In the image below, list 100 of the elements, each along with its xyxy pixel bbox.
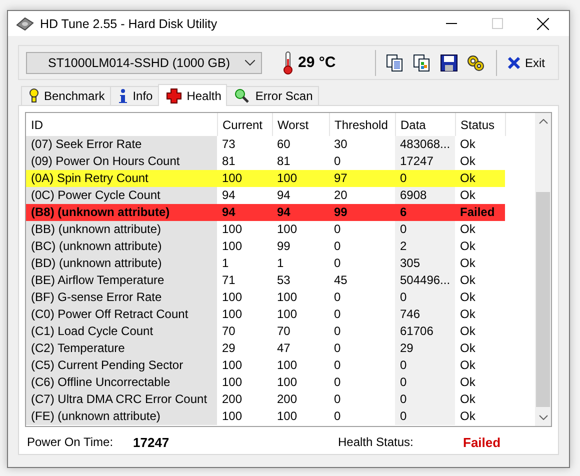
chevron-down-icon	[245, 60, 255, 66]
table-row[interactable]: (C2) Temperature 29 47 0 29 Ok	[26, 340, 535, 357]
table-cell: 0	[329, 340, 395, 357]
power-on-time-value: 17247	[133, 434, 170, 450]
table-row[interactable]: (BD) (unknown attribute) 1 1 0 305 Ok	[26, 255, 535, 272]
column-header[interactable]: Worst	[272, 113, 329, 136]
table-cell: 60	[272, 136, 329, 153]
drive-dropdown[interactable]: ST1000LM014-SSHD (1000 GB)	[26, 52, 262, 74]
table-row[interactable]: (C1) Load Cycle Count 70 70 0 61706 Ok	[26, 323, 535, 340]
column-header[interactable]: Threshold	[329, 113, 395, 136]
table-cell-text: 200	[276, 391, 298, 408]
table-cell-text: 99	[276, 238, 292, 255]
table-cell: Ok	[455, 221, 505, 238]
table-cell-text: 47	[276, 340, 292, 357]
table-cell: 0	[395, 374, 455, 391]
temperature-reading: 29 °C	[298, 54, 336, 71]
table-cell: (BD) (unknown attribute)	[26, 255, 217, 272]
table-cell: Ok	[455, 374, 505, 391]
table-cell: 0	[329, 289, 395, 306]
table-row[interactable]: (09) Power On Hours Count 81 81 0 17247 Ok	[26, 153, 535, 170]
gears-icon	[466, 54, 486, 72]
table-cell: 81	[272, 153, 329, 170]
table-cell: 29	[217, 340, 272, 357]
table-row[interactable]: (0A) Spin Retry Count 100 100 97 0 Ok	[26, 170, 535, 187]
scroll-down-icon[interactable]	[538, 415, 548, 420]
table-row[interactable]: (0C) Power Cycle Count 94 94 20 6908 Ok	[26, 187, 535, 204]
magnifier-icon	[234, 88, 250, 104]
table-cell: 100	[217, 408, 272, 425]
close-icon	[537, 18, 549, 30]
table-cell-text: 100	[276, 374, 298, 391]
light-bulb-icon	[29, 88, 39, 104]
column-header[interactable]: Current	[217, 113, 272, 136]
table-cell: (BE) Airflow Temperature	[26, 272, 217, 289]
table-cell: 746	[395, 306, 455, 323]
table-cell: 45	[329, 272, 395, 289]
exit-button[interactable]: Exit	[502, 54, 549, 72]
table-row[interactable]: (C5) Current Pending Sector 100 100 0 0 Ok	[26, 357, 535, 374]
tab[interactable]: Info	[110, 86, 159, 105]
table-cell: Ok	[455, 340, 505, 357]
table-cell: 17247	[395, 153, 455, 170]
table-row[interactable]: (B8) (unknown attribute) 94 94 99 6 Failed	[26, 204, 535, 221]
table-cell: (C7) Ultra DMA CRC Error Count	[26, 391, 217, 408]
scrollbar[interactable]	[535, 113, 551, 426]
table-cell: 0	[329, 153, 395, 170]
table-cell: (C0) Power Off Retract Count	[26, 306, 217, 323]
table-cell: 0	[329, 374, 395, 391]
table-cell: 200	[217, 391, 272, 408]
table-cell: 0	[395, 289, 455, 306]
table-cell: (07) Seek Error Rate	[26, 136, 217, 153]
table-row[interactable]: (C7) Ultra DMA CRC Error Count 200 200 0 0 Ok	[26, 391, 535, 408]
table-cell: 97	[329, 170, 395, 187]
table-row[interactable]: (BE) Airflow Temperature 71 53 45 504496... Ok	[26, 272, 535, 289]
table-row[interactable]: (FE) (unknown attribute) 100 100 0 0 Ok	[26, 408, 535, 425]
info-icon	[118, 88, 128, 104]
table-row[interactable]: (BC) (unknown attribute) 100 99 0 2 Ok	[26, 238, 535, 255]
tab[interactable]: Error Scan	[226, 86, 319, 105]
table-cell: 100	[217, 221, 272, 238]
table-cell: (C5) Current Pending Sector	[26, 357, 217, 374]
maximize-icon	[492, 18, 502, 29]
table-cell: 6908	[395, 187, 455, 204]
table-cell: 70	[217, 323, 272, 340]
table-cell: 1	[217, 255, 272, 272]
table-cell: 305	[395, 255, 455, 272]
health-status-value: Failed	[463, 434, 501, 450]
table-cell: (C2) Temperature	[26, 340, 217, 357]
table-cell: 20	[329, 187, 395, 204]
table-cell-text: 53	[276, 272, 292, 289]
scroll-up-icon[interactable]	[538, 119, 548, 124]
cross-icon	[166, 88, 182, 104]
table-cell-text: 1	[276, 255, 285, 272]
table-cell: 29	[395, 340, 455, 357]
table-cell: 0	[329, 238, 395, 255]
scrollbar-thumb[interactable]	[536, 192, 550, 407]
table-cell: 100	[217, 306, 272, 323]
table-cell: 100	[217, 170, 272, 187]
table-cell: 0	[395, 221, 455, 238]
table-cell: 100	[217, 238, 272, 255]
table-row[interactable]: (BB) (unknown attribute) 100 100 0 0 Ok	[26, 221, 535, 238]
table-cell: 71	[217, 272, 272, 289]
table-cell: 0	[395, 357, 455, 374]
table-cell: Ok	[455, 170, 505, 187]
table-cell: 100	[272, 221, 329, 238]
tab[interactable]: Health	[158, 84, 228, 106]
tab[interactable]: Benchmark	[21, 86, 111, 105]
table-cell-text: 100	[276, 357, 298, 374]
table-cell: Ok	[455, 408, 505, 425]
table-cell: Ok	[455, 255, 505, 272]
table-row[interactable]: (07) Seek Error Rate 73 60 30 483068... Ok	[26, 136, 535, 153]
table-row[interactable]: (BF) G-sense Error Rate 100 100 0 0 Ok	[26, 289, 535, 306]
table-cell: 81	[217, 153, 272, 170]
column-header[interactable]: Status	[455, 113, 505, 136]
copy-all-icon	[413, 54, 432, 72]
table-cell: Ok	[455, 323, 505, 340]
table-row[interactable]: (C0) Power Off Retract Count 100 100 0 746 Ok	[26, 306, 535, 323]
table-row[interactable]: (C6) Offline Uncorrectable 100 100 0 0 Ok	[26, 374, 535, 391]
table-cell: 0	[329, 408, 395, 425]
table-cell: 94	[217, 187, 272, 204]
table-cell: 94	[272, 204, 329, 221]
table-cell: (09) Power On Hours Count	[26, 153, 217, 170]
table-cell: Ok	[455, 238, 505, 255]
